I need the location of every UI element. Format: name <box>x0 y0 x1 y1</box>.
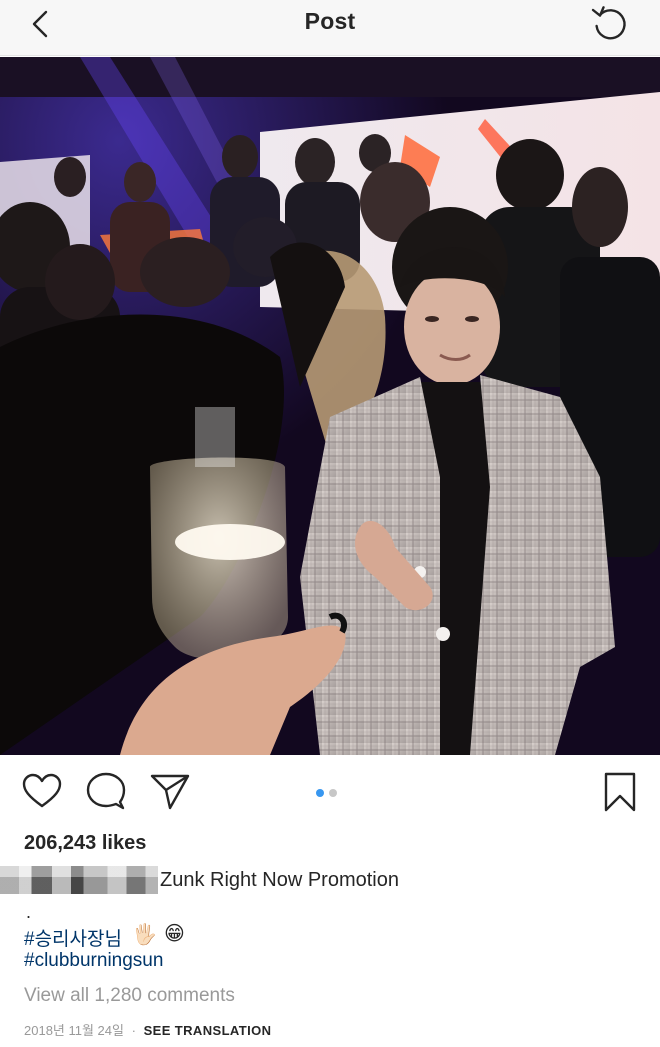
refresh-button[interactable] <box>588 2 632 46</box>
heart-icon <box>22 773 62 808</box>
bookmark-icon <box>604 772 636 812</box>
see-translation-link[interactable]: SEE TRANSLATION <box>144 1023 272 1038</box>
comment-button[interactable] <box>84 770 128 814</box>
post-action-bar <box>0 770 660 820</box>
grinning-face-emoji: 😁 <box>164 923 185 945</box>
hashtag-link[interactable]: #승리사장님 <box>24 924 122 951</box>
like-button[interactable] <box>20 770 64 814</box>
post-caption: Zunk Right Now Promotion <box>0 866 660 896</box>
share-button[interactable] <box>148 770 192 814</box>
page-title: Post <box>304 8 356 34</box>
refresh-icon <box>591 6 626 40</box>
carousel-indicator <box>316 789 337 797</box>
hashtag-link[interactable]: #clubburningsun <box>24 950 163 972</box>
view-comments-link[interactable]: View all 1,280 comments <box>24 985 235 1007</box>
club-party-photo <box>0 57 660 755</box>
caption-dot: . <box>26 902 32 922</box>
carousel-dot <box>329 789 337 797</box>
redaction-overlay <box>0 866 158 894</box>
post-date: 2018년 11월 24일 <box>24 1023 124 1038</box>
top-nav-bar: Post <box>0 0 660 56</box>
caption-text: Zunk Right Now Promotion <box>160 869 399 891</box>
comment-icon <box>86 772 126 810</box>
post-meta: 2018년 11월 24일 · SEE TRANSLATION <box>24 1020 271 1039</box>
post-photo[interactable] <box>0 57 660 755</box>
carousel-dot-active <box>316 789 324 797</box>
raised-hand-emoji: 🖐🏻 <box>132 924 157 946</box>
meta-separator: · <box>131 1023 136 1038</box>
send-icon <box>150 774 190 810</box>
likes-count[interactable]: 206,243 likes <box>24 832 146 855</box>
save-button[interactable] <box>598 770 642 814</box>
